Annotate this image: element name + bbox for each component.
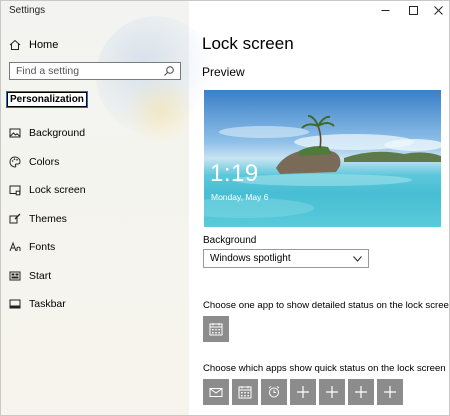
preview-heading: Preview xyxy=(202,65,245,79)
app-title: Settings xyxy=(9,5,46,16)
search-input[interactable] xyxy=(16,65,164,77)
sidebar-item-label: Lock screen xyxy=(29,184,86,197)
category-heading: Personalization xyxy=(6,91,88,108)
sidebar-item-label: Background xyxy=(29,127,86,140)
quick-status-add-button[interactable] xyxy=(290,379,316,405)
home-label: Home xyxy=(29,39,59,51)
add-icon xyxy=(297,386,309,398)
home-icon xyxy=(9,39,21,50)
sidebar-item-label: Themes xyxy=(29,212,67,225)
chevron-down-icon xyxy=(353,256,362,262)
mail-icon xyxy=(209,388,223,397)
sidebar-item-background[interactable]: Background xyxy=(1,119,189,148)
sidebar-item-lock-screen[interactable]: Lock screen xyxy=(1,176,189,205)
quick-status-add-button[interactable] xyxy=(319,379,345,405)
calendar-icon xyxy=(209,323,223,336)
beach-island-image xyxy=(204,115,441,227)
add-icon xyxy=(326,386,338,398)
background-label: Background xyxy=(203,235,257,246)
lock-screen-icon xyxy=(9,185,21,196)
settings-window: Settings Home Personalization Background… xyxy=(0,0,450,416)
sidebar-item-themes[interactable]: Themes xyxy=(1,205,189,234)
brush-icon xyxy=(9,213,21,224)
detailed-status-label: Choose one app to show detailed status o… xyxy=(203,300,450,311)
main-content: Lock screen Preview 1:19 Monday, May 6 B… xyxy=(189,1,449,415)
taskbar-icon xyxy=(9,299,21,309)
sidebar-item-label: Colors xyxy=(29,155,60,168)
background-dropdown-value: Windows spotlight xyxy=(210,253,291,264)
palette-icon xyxy=(9,156,21,168)
add-icon xyxy=(384,386,396,398)
lock-screen-date: Monday, May 6 xyxy=(211,192,269,202)
quick-status-app-calendar[interactable] xyxy=(232,379,258,405)
sidebar-item-label: Taskbar xyxy=(29,298,66,311)
alarm-icon xyxy=(268,386,280,398)
quick-status-add-button[interactable] xyxy=(348,379,374,405)
page-title: Lock screen xyxy=(202,34,294,53)
search-box[interactable] xyxy=(9,62,181,80)
lock-screen-time: 1:19 xyxy=(210,160,259,187)
sidebar-item-fonts[interactable]: Fonts xyxy=(1,233,189,262)
calendar-icon xyxy=(238,386,252,399)
start-icon xyxy=(9,271,21,281)
detailed-status-app-calendar[interactable] xyxy=(203,316,229,342)
sidebar: Settings Home Personalization Background… xyxy=(1,1,216,415)
lock-screen-preview: 1:19 Monday, May 6 xyxy=(204,90,441,227)
quick-status-app-mail[interactable] xyxy=(203,379,229,405)
quick-status-app-alarm[interactable] xyxy=(261,379,287,405)
picture-icon xyxy=(9,128,21,138)
add-icon xyxy=(355,386,367,398)
search-icon[interactable] xyxy=(163,65,175,77)
quick-status-add-button[interactable] xyxy=(377,379,403,405)
nav-list: Background Colors Lock screen Themes Fon… xyxy=(1,119,189,319)
font-icon xyxy=(9,241,21,252)
background-dropdown[interactable]: Windows spotlight xyxy=(203,249,369,268)
home-link[interactable]: Home xyxy=(9,35,58,55)
sidebar-item-label: Fonts xyxy=(29,241,56,254)
sidebar-item-start[interactable]: Start xyxy=(1,262,189,291)
sidebar-item-taskbar[interactable]: Taskbar xyxy=(1,290,189,319)
sidebar-item-colors[interactable]: Colors xyxy=(1,148,189,177)
quick-status-label: Choose which apps show quick status on t… xyxy=(203,363,446,374)
sidebar-item-label: Start xyxy=(29,269,52,282)
